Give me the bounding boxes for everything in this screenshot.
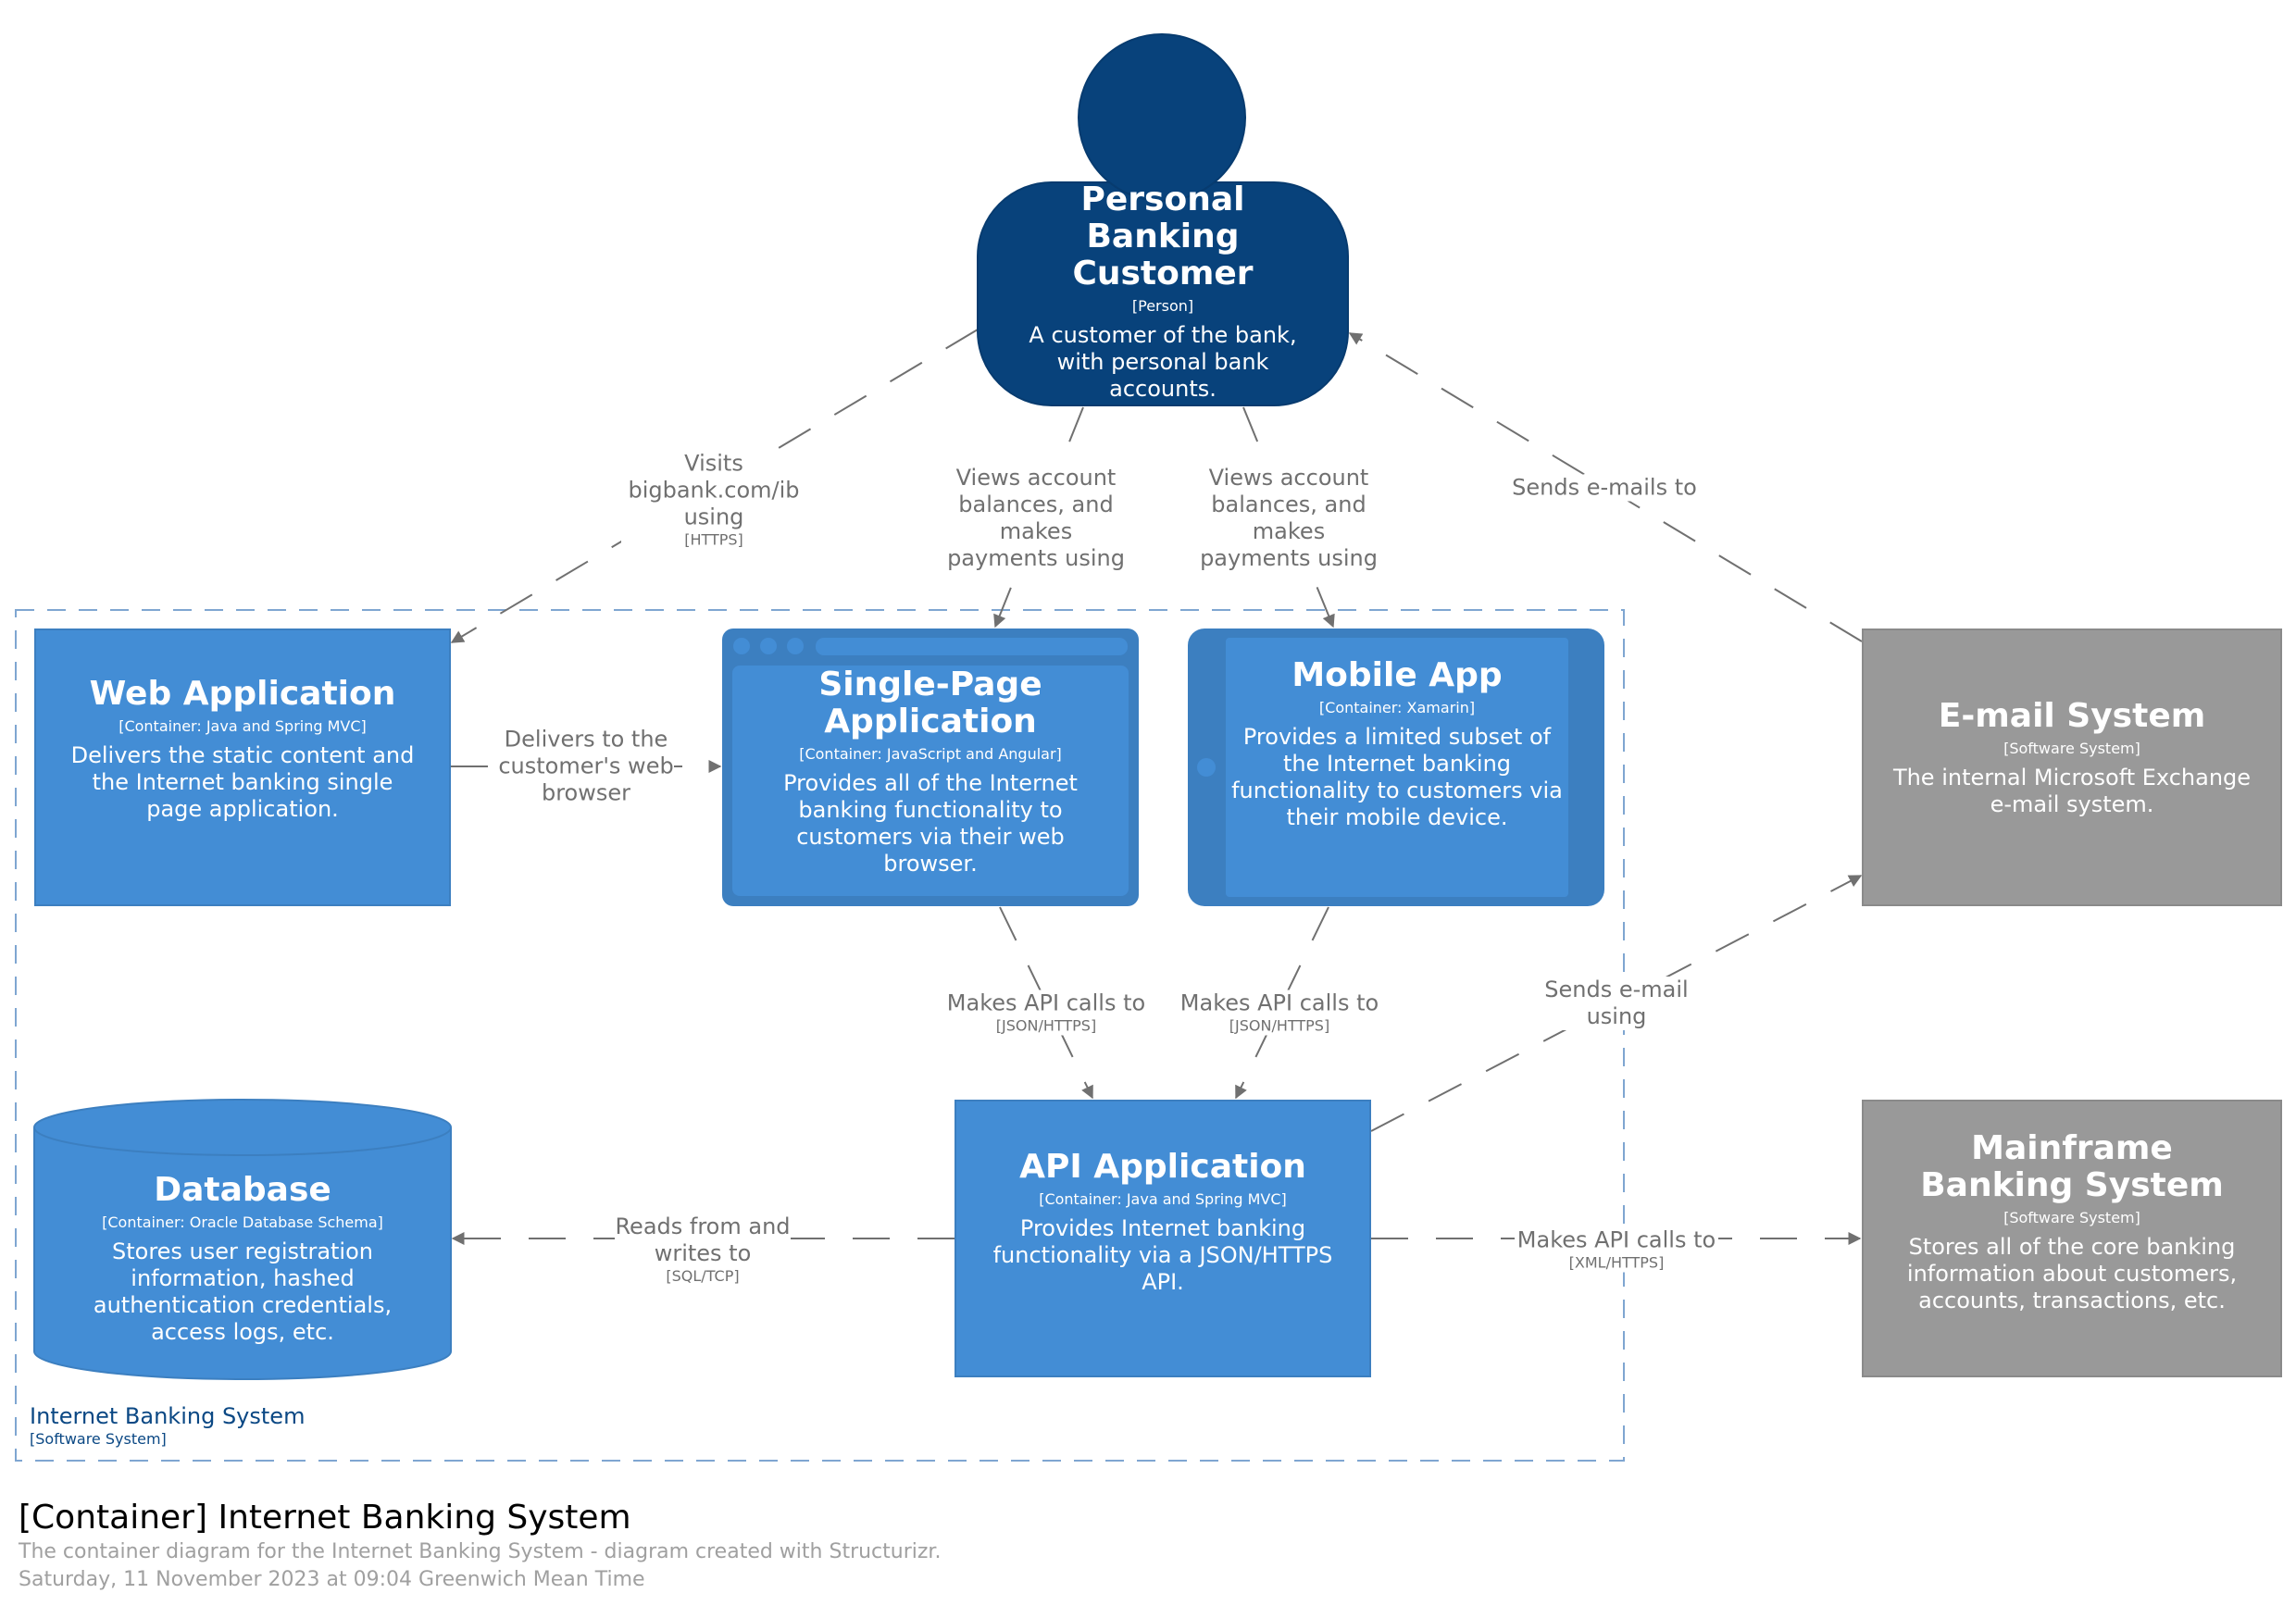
person-type: [Person] <box>1131 296 1194 315</box>
rel-label-api-mainframe: Makes API calls to [XML/HTTPS] <box>1515 1226 1718 1273</box>
mobile-app-description: Provides a limited subset of the Interne… <box>1231 724 1563 830</box>
person-description: A customer of the bank, with personal ba… <box>1029 321 1297 402</box>
spa-type: [Container: JavaScript and Angular] <box>799 744 1062 763</box>
mainframe-description: Stores all of the core banking informati… <box>1906 1233 2238 1313</box>
rel-delivers-text: Delivers to the customer's web browser <box>498 726 674 806</box>
rel-mobile-api-tech: [JSON/HTTPS] <box>1229 1016 1330 1035</box>
container-api-application[interactable]: API Application [Container: Java and Spr… <box>955 1100 1371 1377</box>
rel-views-spa-text: Views account balances, and makes paymen… <box>947 465 1125 571</box>
container-database[interactable]: Database [Container: Oracle Database Sch… <box>34 1157 451 1361</box>
browser-dot-3 <box>787 638 804 654</box>
diagram-description: The container diagram for the Internet B… <box>19 1540 942 1563</box>
diagram-footer: [Container] Internet Banking System The … <box>19 1498 941 1594</box>
container-web-application[interactable]: Web Application [Container: Java and Spr… <box>34 629 451 906</box>
rel-spa-api-text: Makes API calls to <box>946 989 1146 1016</box>
mobile-app-type: [Container: Xamarin] <box>1318 699 1476 716</box>
browser-dot-1 <box>733 638 750 654</box>
spa-name: Single-Page Application <box>818 665 1042 741</box>
web-app-description: Delivers the static content and the Inte… <box>70 741 415 822</box>
boundary-name: Internet Banking System <box>30 1403 306 1429</box>
browser-address-bar <box>816 638 1128 655</box>
browser-dot-2 <box>760 638 777 654</box>
spa-description: Provides all of the Internet banking fun… <box>783 769 1078 877</box>
boundary-type: [Software System] <box>30 1430 167 1448</box>
rel-reads-writes-text: Reads from and writes to <box>615 1214 791 1266</box>
mainframe-name: Mainframe Banking System <box>1920 1128 2224 1204</box>
rel-label-spa-api: Makes API calls to [JSON/HTTPS] <box>940 989 1153 1036</box>
mainframe-type: [Software System] <box>2003 1208 2140 1226</box>
mobile-app-name: Mobile App <box>1292 656 1503 694</box>
web-app-name: Web Application <box>89 674 396 713</box>
rel-mobile-api-text: Makes API calls to <box>1179 989 1379 1016</box>
api-app-description: Provides Internet banking functionality … <box>992 1214 1333 1295</box>
database-type: [Container: Oracle Database Schema] <box>102 1214 383 1231</box>
rel-sends-email-using-text: Sends e-mail using <box>1544 977 1689 1029</box>
rel-api-mainframe-tech: [XML/HTTPS] <box>1568 1253 1665 1272</box>
rel-label-sends-emails: Sends e-mails to <box>1503 474 1706 502</box>
container-single-page-application[interactable]: Single-Page Application [Container: Java… <box>732 666 1129 896</box>
rel-api-mainframe-text: Makes API calls to <box>1516 1226 1716 1253</box>
rel-label-views-spa: Views account balances, and makes paymen… <box>943 465 1129 572</box>
rel-visits-tech: [HTTPS] <box>684 530 743 549</box>
person-personal-banking-customer[interactable]: Personal Banking Customer [Person] A cus… <box>978 180 1348 402</box>
api-app-name: API Application <box>1019 1147 1306 1186</box>
rel-label-sends-email-using: Sends e-mail using <box>1533 977 1700 1030</box>
rel-visits-text: Visits bigbank.com/ib using <box>628 450 800 530</box>
email-system-description: The internal Microsoft Exchange e-mail s… <box>1892 765 2252 817</box>
web-app-type: [Container: Java and Spring MVC] <box>119 716 367 735</box>
rel-sends-emails-text: Sends e-mails to <box>1512 474 1697 501</box>
person-head <box>1078 33 1246 202</box>
rel-views-mobile-text: Views account balances, and makes paymen… <box>1200 465 1378 571</box>
mobile-home-button <box>1197 758 1216 777</box>
diagram-title: [Container] Internet Banking System <box>19 1499 631 1537</box>
person-name: Personal Banking Customer <box>1072 180 1254 292</box>
api-app-type: [Container: Java and Spring MVC] <box>1039 1189 1287 1208</box>
database-description: Stores user registration information, ha… <box>93 1238 393 1345</box>
rel-label-reads-writes: Reads from and writes to [SQL/TCP] <box>615 1214 791 1286</box>
rel-label-views-mobile: Views account balances, and makes paymen… <box>1196 465 1381 572</box>
external-email-system[interactable]: E-mail System [Software System] The inte… <box>1862 629 2282 906</box>
rel-label-delivers: Delivers to the customer's web browser <box>498 726 674 807</box>
rel-spa-api-tech: [JSON/HTTPS] <box>995 1016 1097 1035</box>
email-system-name: E-mail System <box>1938 697 2206 735</box>
diagram-timestamp: Saturday, 11 November 2023 at 09:04 Gree… <box>19 1568 645 1591</box>
database-name: Database <box>154 1171 331 1209</box>
system-boundary-label: Internet Banking System [Software System… <box>30 1403 305 1450</box>
rel-label-mobile-api: Makes API calls to [JSON/HTTPS] <box>1173 989 1386 1036</box>
external-mainframe-banking-system[interactable]: Mainframe Banking System [Software Syste… <box>1862 1100 2282 1377</box>
container-mobile-app[interactable]: Mobile App [Container: Xamarin] Provides… <box>1222 638 1572 897</box>
rel-reads-writes-tech: [SQL/TCP] <box>666 1267 740 1285</box>
rel-label-visits: Visits bigbank.com/ib using [HTTPS] <box>621 450 806 550</box>
email-system-type: [Software System] <box>2003 740 2140 757</box>
